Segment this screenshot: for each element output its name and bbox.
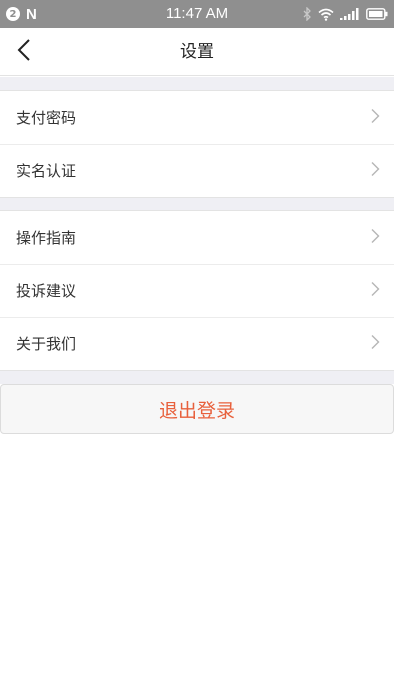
status-bar: 2 N 11:47 AM (0, 0, 394, 28)
bluetooth-icon (302, 7, 312, 21)
logout-button[interactable]: 退出登录 (0, 384, 394, 434)
battery-icon (366, 8, 388, 20)
settings-item-real-name-auth[interactable]: 实名认证 (0, 144, 394, 197)
settings-item-payment-password[interactable]: 支付密码 (0, 91, 394, 144)
logout-label: 退出登录 (158, 399, 235, 422)
wifi-icon (318, 8, 334, 21)
settings-group-info: 操作指南 投诉建议 关于我们 (0, 210, 394, 371)
section-gap (0, 198, 394, 210)
status-bar-right (302, 0, 388, 28)
settings-item-label: 关于我们 (16, 335, 77, 353)
signal-icon (340, 8, 360, 20)
settings-item-about-us[interactable]: 关于我们 (0, 317, 394, 370)
chevron-right-icon (371, 281, 380, 300)
chevron-right-icon (371, 334, 380, 353)
settings-group-security: 支付密码 实名认证 (0, 90, 394, 198)
chevron-right-icon (371, 228, 380, 247)
settings-item-complaint-suggestion[interactable]: 投诉建议 (0, 264, 394, 317)
settings-item-operation-guide[interactable]: 操作指南 (0, 211, 394, 264)
chevron-right-icon (371, 108, 380, 127)
settings-item-label: 实名认证 (16, 162, 77, 180)
nav-header: 设置 (0, 28, 394, 76)
settings-item-label: 操作指南 (16, 229, 77, 247)
chevron-right-icon (371, 161, 380, 180)
settings-item-label: 支付密码 (16, 109, 77, 127)
page-title: 设置 (180, 42, 214, 62)
settings-item-label: 投诉建议 (16, 282, 77, 300)
section-gap (0, 371, 394, 384)
section-gap (0, 77, 394, 90)
